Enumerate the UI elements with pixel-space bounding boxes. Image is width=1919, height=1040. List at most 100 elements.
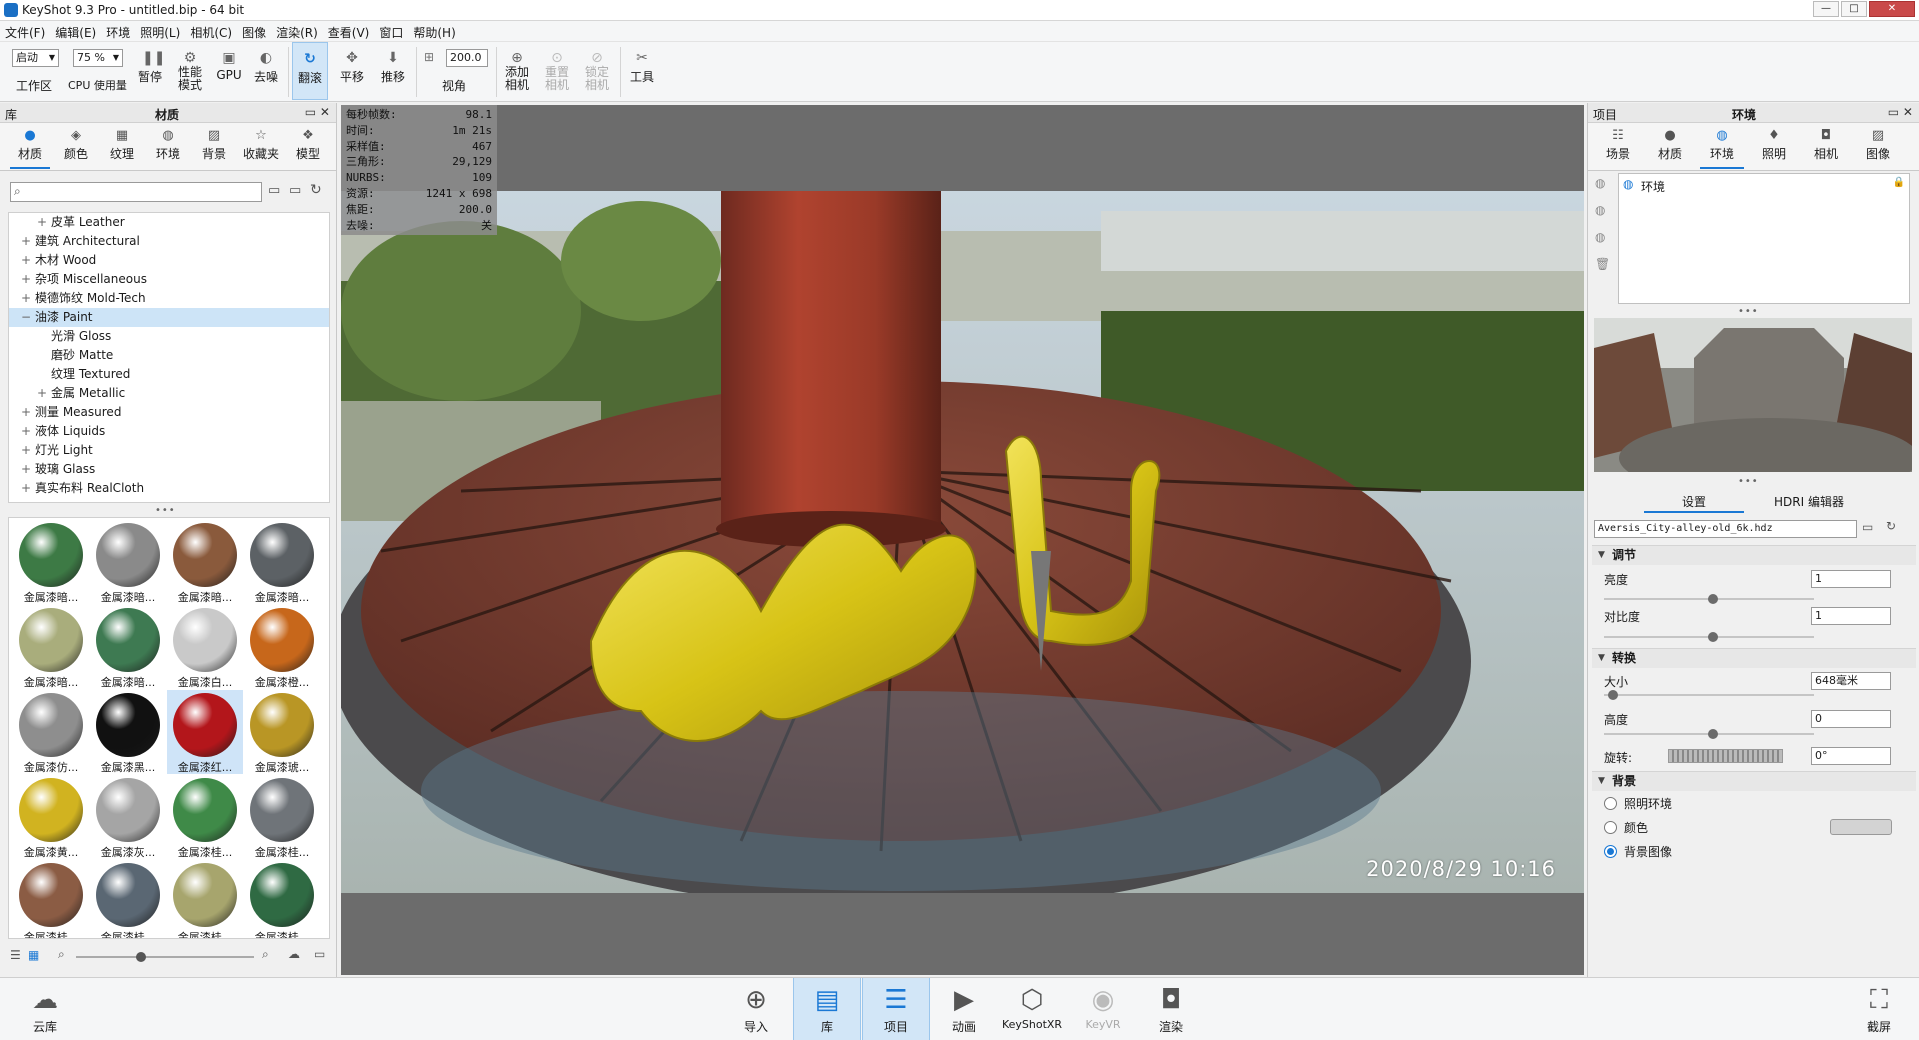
zoom-out-icon[interactable]: ⌕ — [58, 947, 65, 962]
material-thumbnail[interactable]: 金属漆暗... — [90, 520, 166, 604]
refresh-icon[interactable]: ↻ — [1886, 519, 1896, 533]
reset-camera-button[interactable]: ⊙ 重置 相机 — [540, 42, 574, 100]
tab-favorites[interactable]: ☆ 收藏夹 — [238, 123, 284, 169]
material-thumbnail[interactable]: 金属漆暗... — [13, 605, 89, 689]
menu-edit[interactable]: 编辑(E) — [50, 21, 101, 42]
project-button[interactable]: ☰ 项目 — [862, 978, 930, 1040]
material-thumbnail[interactable]: 金属漆黑... — [90, 690, 166, 774]
duplicate-environment-icon[interactable]: ◍ — [1595, 203, 1605, 217]
tree-item[interactable]: 光滑 Gloss — [9, 327, 329, 346]
panel-float-close-icons[interactable]: ▭ ✕ — [1888, 105, 1913, 119]
tab-backplates[interactable]: ▨ 背景 — [194, 123, 234, 169]
material-thumbnail[interactable]: 金属漆桂... — [167, 860, 243, 938]
expand-plus-icon[interactable]: + — [37, 213, 47, 232]
material-thumbnail[interactable]: 金属漆白... — [167, 605, 243, 689]
tree-item[interactable]: + 模德饰纹 Mold-Tech — [9, 289, 329, 308]
fov-input[interactable]: 200.0 — [446, 49, 488, 67]
material-thumbnail[interactable]: 金属漆桂... — [244, 775, 320, 859]
material-thumbnail[interactable]: 金属漆红... — [167, 690, 243, 774]
tree-item[interactable]: + 杂项 Miscellaneous — [9, 270, 329, 289]
material-thumbnail[interactable]: 金属漆仿... — [13, 690, 89, 774]
keyvr-button[interactable]: ◉ KeyVR — [1080, 978, 1126, 1040]
brightness-input[interactable]: 1 — [1811, 570, 1891, 588]
maximize-button[interactable]: □ — [1841, 1, 1867, 17]
tab-lighting[interactable]: ♦ 照明 — [1752, 123, 1796, 169]
size-slider[interactable] — [1604, 690, 1814, 700]
section-adjust[interactable]: ▼ 调节 — [1592, 545, 1916, 565]
expand-plus-icon[interactable]: + — [21, 270, 31, 289]
screenshot-button[interactable]: ⛶ 截屏 — [1858, 978, 1900, 1040]
radio-background-image[interactable] — [1604, 845, 1617, 858]
tree-item[interactable]: 磨砂 Matte — [9, 346, 329, 365]
minimize-button[interactable]: — — [1813, 1, 1839, 17]
performance-mode-button[interactable]: ⚙ 性能 模式 — [172, 42, 208, 100]
folder-icon[interactable]: ▭ — [268, 183, 280, 198]
material-thumbnail[interactable]: 金属漆橙... — [244, 605, 320, 689]
contrast-input[interactable]: 1 — [1811, 607, 1891, 625]
expand-plus-icon[interactable]: + — [21, 403, 31, 422]
expand-plus-icon[interactable]: + — [21, 441, 31, 460]
radio-color[interactable] — [1604, 821, 1617, 834]
size-input[interactable]: 648毫米 — [1811, 672, 1891, 690]
slider-knob[interactable] — [1708, 632, 1718, 642]
material-thumbnail[interactable]: 金属漆桂... — [13, 860, 89, 938]
dolly-button[interactable]: ⬇ 推移 — [376, 42, 410, 100]
cpu-usage-select[interactable]: 75 % ▼ — [73, 49, 123, 67]
add-environment-icon[interactable]: ◍ — [1595, 176, 1605, 190]
tumble-button[interactable]: ↻ 翻滚 — [292, 42, 328, 100]
render-viewport[interactable]: 每秒帧数: 98.1 时间: 1m 21s 采样值: 467 三角形: 29,129 NURBS… — [341, 105, 1584, 975]
slider-knob[interactable] — [136, 952, 146, 962]
tree-item[interactable]: + 测量 Measured — [9, 403, 329, 422]
section-transform[interactable]: ▼ 转换 — [1592, 648, 1916, 668]
expand-plus-icon[interactable]: + — [21, 460, 31, 479]
tab-project-image[interactable]: ▨ 图像 — [1856, 123, 1900, 169]
folder-sync-icon[interactable]: ▭ — [314, 947, 325, 961]
tree-item[interactable]: − 油漆 Paint — [9, 308, 329, 327]
tree-item[interactable]: 纹理 Textured — [9, 365, 329, 384]
render-button[interactable]: ◘ 渲染 — [1150, 978, 1192, 1040]
gpu-button[interactable]: ▣ GPU — [213, 42, 245, 100]
tab-textures[interactable]: ▦ 纹理 — [102, 123, 142, 169]
import-button[interactable]: ⊕ 导入 — [738, 978, 774, 1040]
refresh-library-icon[interactable]: ↻ — [310, 182, 322, 198]
menu-image[interactable]: 图像 — [237, 21, 271, 42]
keyshotxr-button[interactable]: ⬡ KeyShotXR — [1000, 978, 1064, 1040]
subtab-hdri-editor[interactable]: HDRI 编辑器 — [1754, 493, 1864, 513]
tree-item[interactable]: + 灯光 Light — [9, 441, 329, 460]
expand-plus-icon[interactable]: + — [21, 251, 31, 270]
tree-item[interactable]: + 真实布料 RealCloth — [9, 479, 329, 498]
expand-plus-icon[interactable]: + — [21, 479, 31, 498]
material-thumbnail[interactable]: 金属漆桂... — [244, 860, 320, 938]
tab-project-materials[interactable]: ● 材质 — [1648, 123, 1692, 169]
expand-plus-icon[interactable]: + — [21, 422, 31, 441]
tools-button[interactable]: ✂ 工具 — [625, 42, 659, 100]
menu-render[interactable]: 渲染(R) — [271, 21, 323, 42]
slider-knob[interactable] — [1608, 690, 1618, 700]
tab-environments[interactable]: ◍ 环境 — [148, 123, 188, 169]
delete-trash-icon[interactable]: 🗑 — [1595, 257, 1610, 271]
tree-item[interactable]: + 液体 Liquids — [9, 422, 329, 441]
list-view-icon[interactable]: ☰ — [10, 948, 21, 962]
brightness-slider[interactable] — [1604, 594, 1814, 604]
pause-button[interactable]: ❚❚ 暂停 — [134, 42, 166, 100]
tab-models[interactable]: ❖ 模型 — [288, 123, 328, 169]
library-search-input[interactable]: ⌕ — [10, 182, 262, 202]
splitter-handle-icon[interactable]: ••• — [1738, 476, 1759, 487]
height-input[interactable]: 0 — [1811, 710, 1891, 728]
material-thumbnail[interactable]: 金属漆黄... — [13, 775, 89, 859]
workspace-select[interactable]: 启动 ▼ — [12, 49, 59, 67]
animation-button[interactable]: ▶ 动画 — [944, 978, 984, 1040]
menu-environment[interactable]: 环境 — [101, 21, 135, 42]
tree-item[interactable]: + 木材 Wood — [9, 251, 329, 270]
edit-environment-icon[interactable]: ◍ — [1595, 230, 1605, 244]
tab-scene[interactable]: ☷ 场景 — [1596, 123, 1640, 169]
expand-plus-icon[interactable]: + — [37, 384, 47, 403]
slider-knob[interactable] — [1708, 729, 1718, 739]
pan-button[interactable]: ✥ 平移 — [335, 42, 369, 100]
tree-item[interactable]: + 建筑 Architectural — [9, 232, 329, 251]
menu-view[interactable]: 查看(V) — [323, 21, 375, 42]
folder-open-icon[interactable]: ▭ — [1862, 520, 1873, 534]
library-button[interactable]: ▤ 库 — [793, 978, 861, 1040]
rotation-input[interactable]: 0° — [1811, 747, 1891, 765]
upload-cloud-icon[interactable]: ☁ — [288, 947, 300, 961]
